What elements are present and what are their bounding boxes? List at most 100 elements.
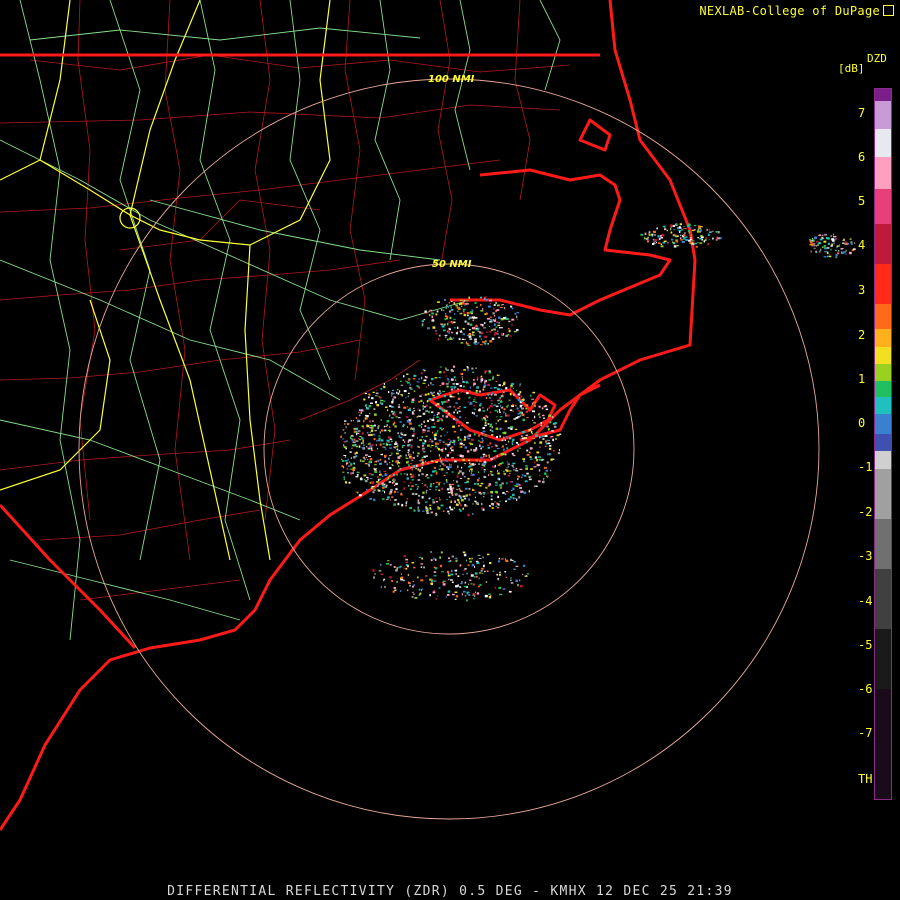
radar-echo [425,435,428,437]
radar-echo [515,470,519,472]
radar-echo [449,441,451,445]
radar-echo [480,375,483,378]
radar-echo [458,307,461,309]
radar-echo [391,496,394,498]
radar-echo [458,410,461,412]
radar-echo [406,461,409,464]
radar-echo [459,509,462,512]
radar-echo [432,591,436,594]
radar-echo [379,462,382,465]
radar-echo [386,479,389,481]
radar-echo [387,409,389,412]
radar-echo [445,375,447,377]
radar-echo [406,477,409,480]
radar-echo [462,573,464,575]
radar-echo [446,317,448,320]
radar-echo [528,490,530,493]
radar-echo [419,592,422,595]
radar-echo [532,391,536,394]
radar-echo [513,497,517,500]
radar-echo [506,447,509,450]
radar-echo [557,452,561,455]
radar-echo [499,427,502,431]
radar-echo [472,319,475,322]
radar-echo [464,497,467,500]
radar-echo [479,331,482,334]
radar-echo [386,439,390,442]
radar-echo [426,419,429,423]
radar-echo [486,416,489,418]
radar-echo [473,433,476,436]
radar-echo [480,456,483,459]
radar-echo [421,483,423,484]
radar-echo [497,419,499,422]
radar-echo [352,466,356,469]
radar-echo [445,409,448,412]
radar-echo [466,422,469,424]
radar-echo [554,422,557,425]
radar-echo [488,505,491,507]
radar-echo [471,564,475,567]
radar-echo [510,384,513,387]
radar-echo [401,446,404,448]
radar-echo [827,242,830,245]
product-footer: DIFFERENTIAL REFLECTIVITY (ZDR) 0.5 DEG … [167,884,733,899]
radar-echo [460,372,464,376]
radar-echo [388,391,390,394]
radar-echo [491,392,494,395]
radar-echo [548,414,552,417]
radar-echo [466,312,470,314]
radar-echo [450,308,454,311]
radar-echo [687,223,691,226]
radar-echo [673,245,677,248]
color-scale-segment [875,414,891,434]
radar-echo [499,404,501,408]
radar-echo [446,385,449,388]
radar-echo [391,395,393,397]
radar-echo [382,446,385,448]
radar-echo [402,425,404,428]
radar-echo [529,447,533,450]
radar-echo [418,400,421,403]
radar-echo [466,382,469,384]
radar-echo [497,330,499,332]
radar-echo [465,300,469,302]
radar-echo [409,488,412,491]
radar-echo [349,461,351,463]
radar-echo [403,481,405,483]
radar-echo [350,438,353,440]
color-scale-tick: -6 [858,682,873,696]
radar-echo [462,495,466,498]
radar-echo [520,395,523,398]
radar-echo [461,499,464,502]
radar-echo [412,465,416,468]
radar-echo [407,406,409,408]
radar-echo [409,473,412,476]
radar-echo [388,457,390,460]
radar-echo [484,419,488,421]
radar-echo [413,510,416,512]
color-scale-segment [875,569,891,629]
radar-echo [501,482,504,485]
radar-echo [433,571,437,573]
radar-echo [378,570,382,572]
radar-echo [645,237,649,241]
radar-echo [489,423,493,426]
radar-echo [511,323,513,327]
radar-echo [547,442,551,445]
radar-echo [376,389,378,391]
radar-echo [438,482,441,484]
radar-echo [500,453,504,456]
radar-echo [399,590,402,592]
radar-echo [472,327,475,330]
radar-echo [463,389,467,392]
radar-echo [498,384,501,387]
radar-echo [511,444,514,446]
radar-echo [344,423,346,425]
radar-echo [486,331,489,333]
color-scale-tick: TH [858,772,873,786]
radar-echo [470,472,472,475]
radar-echo [395,482,398,486]
radar-echo [428,498,430,500]
radar-echo [502,317,506,320]
